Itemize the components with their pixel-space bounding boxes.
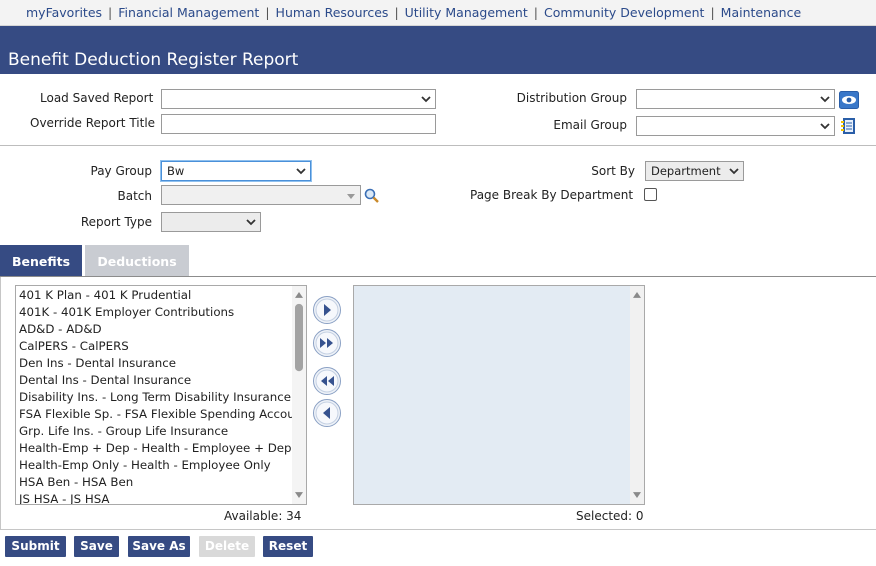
page-title: Benefit Deduction Register Report	[8, 50, 299, 70]
report-type-label: Report Type	[80, 215, 152, 229]
save-button[interactable]: Save	[74, 536, 119, 557]
list-item[interactable]: AD&D - AD&D	[16, 321, 293, 338]
batch-label: Batch	[117, 189, 153, 203]
submit-button[interactable]: Submit	[5, 536, 66, 557]
pay-group-value: Bw	[167, 164, 185, 178]
nav-separator: |	[710, 5, 715, 20]
list-item[interactable]: Dental Ins - Dental Insurance	[16, 372, 293, 389]
save-as-button[interactable]: Save As	[128, 536, 190, 557]
list-item[interactable]: JS HSA - JS HSA	[16, 491, 293, 504]
list-item[interactable]: Health-Emp Only - Health - Employee Only	[16, 457, 293, 474]
nav-separator: |	[108, 5, 113, 20]
arrow-left-icon[interactable]	[312, 398, 342, 428]
list-item[interactable]: Disability Ins. - Long Term Disability I…	[16, 389, 293, 406]
tab-deductions[interactable]: Deductions	[85, 245, 189, 276]
batch-select[interactable]	[161, 185, 361, 205]
available-list-scrollbar[interactable]	[292, 286, 306, 504]
nav-item-financial-management[interactable]: Financial Management	[118, 5, 259, 20]
arrow-right-icon[interactable]	[312, 295, 342, 325]
list-item[interactable]: Health-Emp + Dep - Health - Employee + D…	[16, 440, 293, 457]
top-navigation: myFavorites | Financial Management | Human R…	[0, 0, 876, 26]
nav-item-human-resources[interactable]: Human Resources	[276, 5, 389, 20]
chevron-down-icon	[421, 96, 431, 103]
chevron-down-icon	[820, 123, 830, 130]
triangle-down-icon	[347, 194, 355, 199]
pay-group-label: Pay Group	[90, 164, 153, 178]
delete-button[interactable]: Delete	[199, 536, 255, 557]
double-arrow-right-icon[interactable]	[312, 328, 342, 358]
selected-count: Selected: 0	[576, 509, 644, 523]
selected-list-scrollbar[interactable]	[630, 286, 644, 504]
list-item[interactable]: CalPERS - CalPERS	[16, 338, 293, 355]
chevron-down-icon	[729, 168, 739, 175]
page-break-label: Page Break By Department	[470, 188, 634, 202]
nav-separator: |	[394, 5, 399, 20]
nav-item-myfavorites[interactable]: myFavorites	[26, 5, 102, 20]
sort-by-value: Department	[651, 164, 721, 178]
magnifier-icon[interactable]	[363, 187, 381, 205]
page-header: Benefit Deduction Register Report	[0, 26, 876, 74]
selected-list[interactable]	[353, 285, 645, 505]
address-book-icon[interactable]	[839, 117, 859, 135]
nav-separator: |	[265, 5, 270, 20]
nav-item-community-development[interactable]: Community Development	[544, 5, 704, 20]
list-item[interactable]: HSA Ben - HSA Ben	[16, 474, 293, 491]
load-saved-report-label: Load Saved Report	[40, 91, 154, 105]
chevron-down-icon	[820, 96, 830, 103]
tab-benefits[interactable]: Benefits	[0, 245, 82, 276]
list-item[interactable]: 401K - 401K Employer Contributions	[16, 304, 293, 321]
override-report-title-input[interactable]	[161, 114, 436, 134]
sort-by-label: Sort By	[591, 164, 635, 178]
eye-icon[interactable]	[839, 91, 859, 109]
email-group-select[interactable]	[636, 116, 835, 136]
list-item[interactable]: 401 K Plan - 401 K Prudential	[16, 287, 293, 304]
list-item[interactable]: Grp. Life Ins. - Group Life Insurance	[16, 423, 293, 440]
section-divider	[0, 145, 876, 146]
available-items: 401 K Plan - 401 K Prudential 401K - 401K…	[16, 286, 293, 504]
sort-by-select[interactable]: Department	[645, 161, 744, 181]
page-break-checkbox[interactable]	[644, 188, 657, 201]
reset-button[interactable]: Reset	[263, 536, 313, 557]
nav-item-maintenance[interactable]: Maintenance	[721, 5, 802, 20]
load-saved-report-select[interactable]	[161, 89, 436, 109]
available-count: Available: 34	[224, 509, 302, 523]
list-item[interactable]: FSA Flexible Sp. - FSA Flexible Spending…	[16, 406, 293, 423]
override-report-title-label: Override Report Title	[30, 116, 156, 130]
report-type-select[interactable]	[161, 212, 261, 232]
nav-item-utility-management[interactable]: Utility Management	[405, 5, 528, 20]
list-item[interactable]: Den Ins - Dental Insurance	[16, 355, 293, 372]
available-list[interactable]: 401 K Plan - 401 K Prudential 401K - 401K…	[15, 285, 307, 505]
nav-separator: |	[533, 5, 538, 20]
pay-group-select[interactable]: Bw	[161, 161, 311, 181]
chevron-down-icon	[296, 168, 306, 175]
chevron-down-icon	[246, 219, 256, 226]
distribution-group-select[interactable]	[636, 89, 835, 109]
email-group-label: Email Group	[553, 118, 627, 132]
distribution-group-label: Distribution Group	[516, 91, 627, 105]
double-arrow-left-icon[interactable]	[312, 366, 342, 396]
